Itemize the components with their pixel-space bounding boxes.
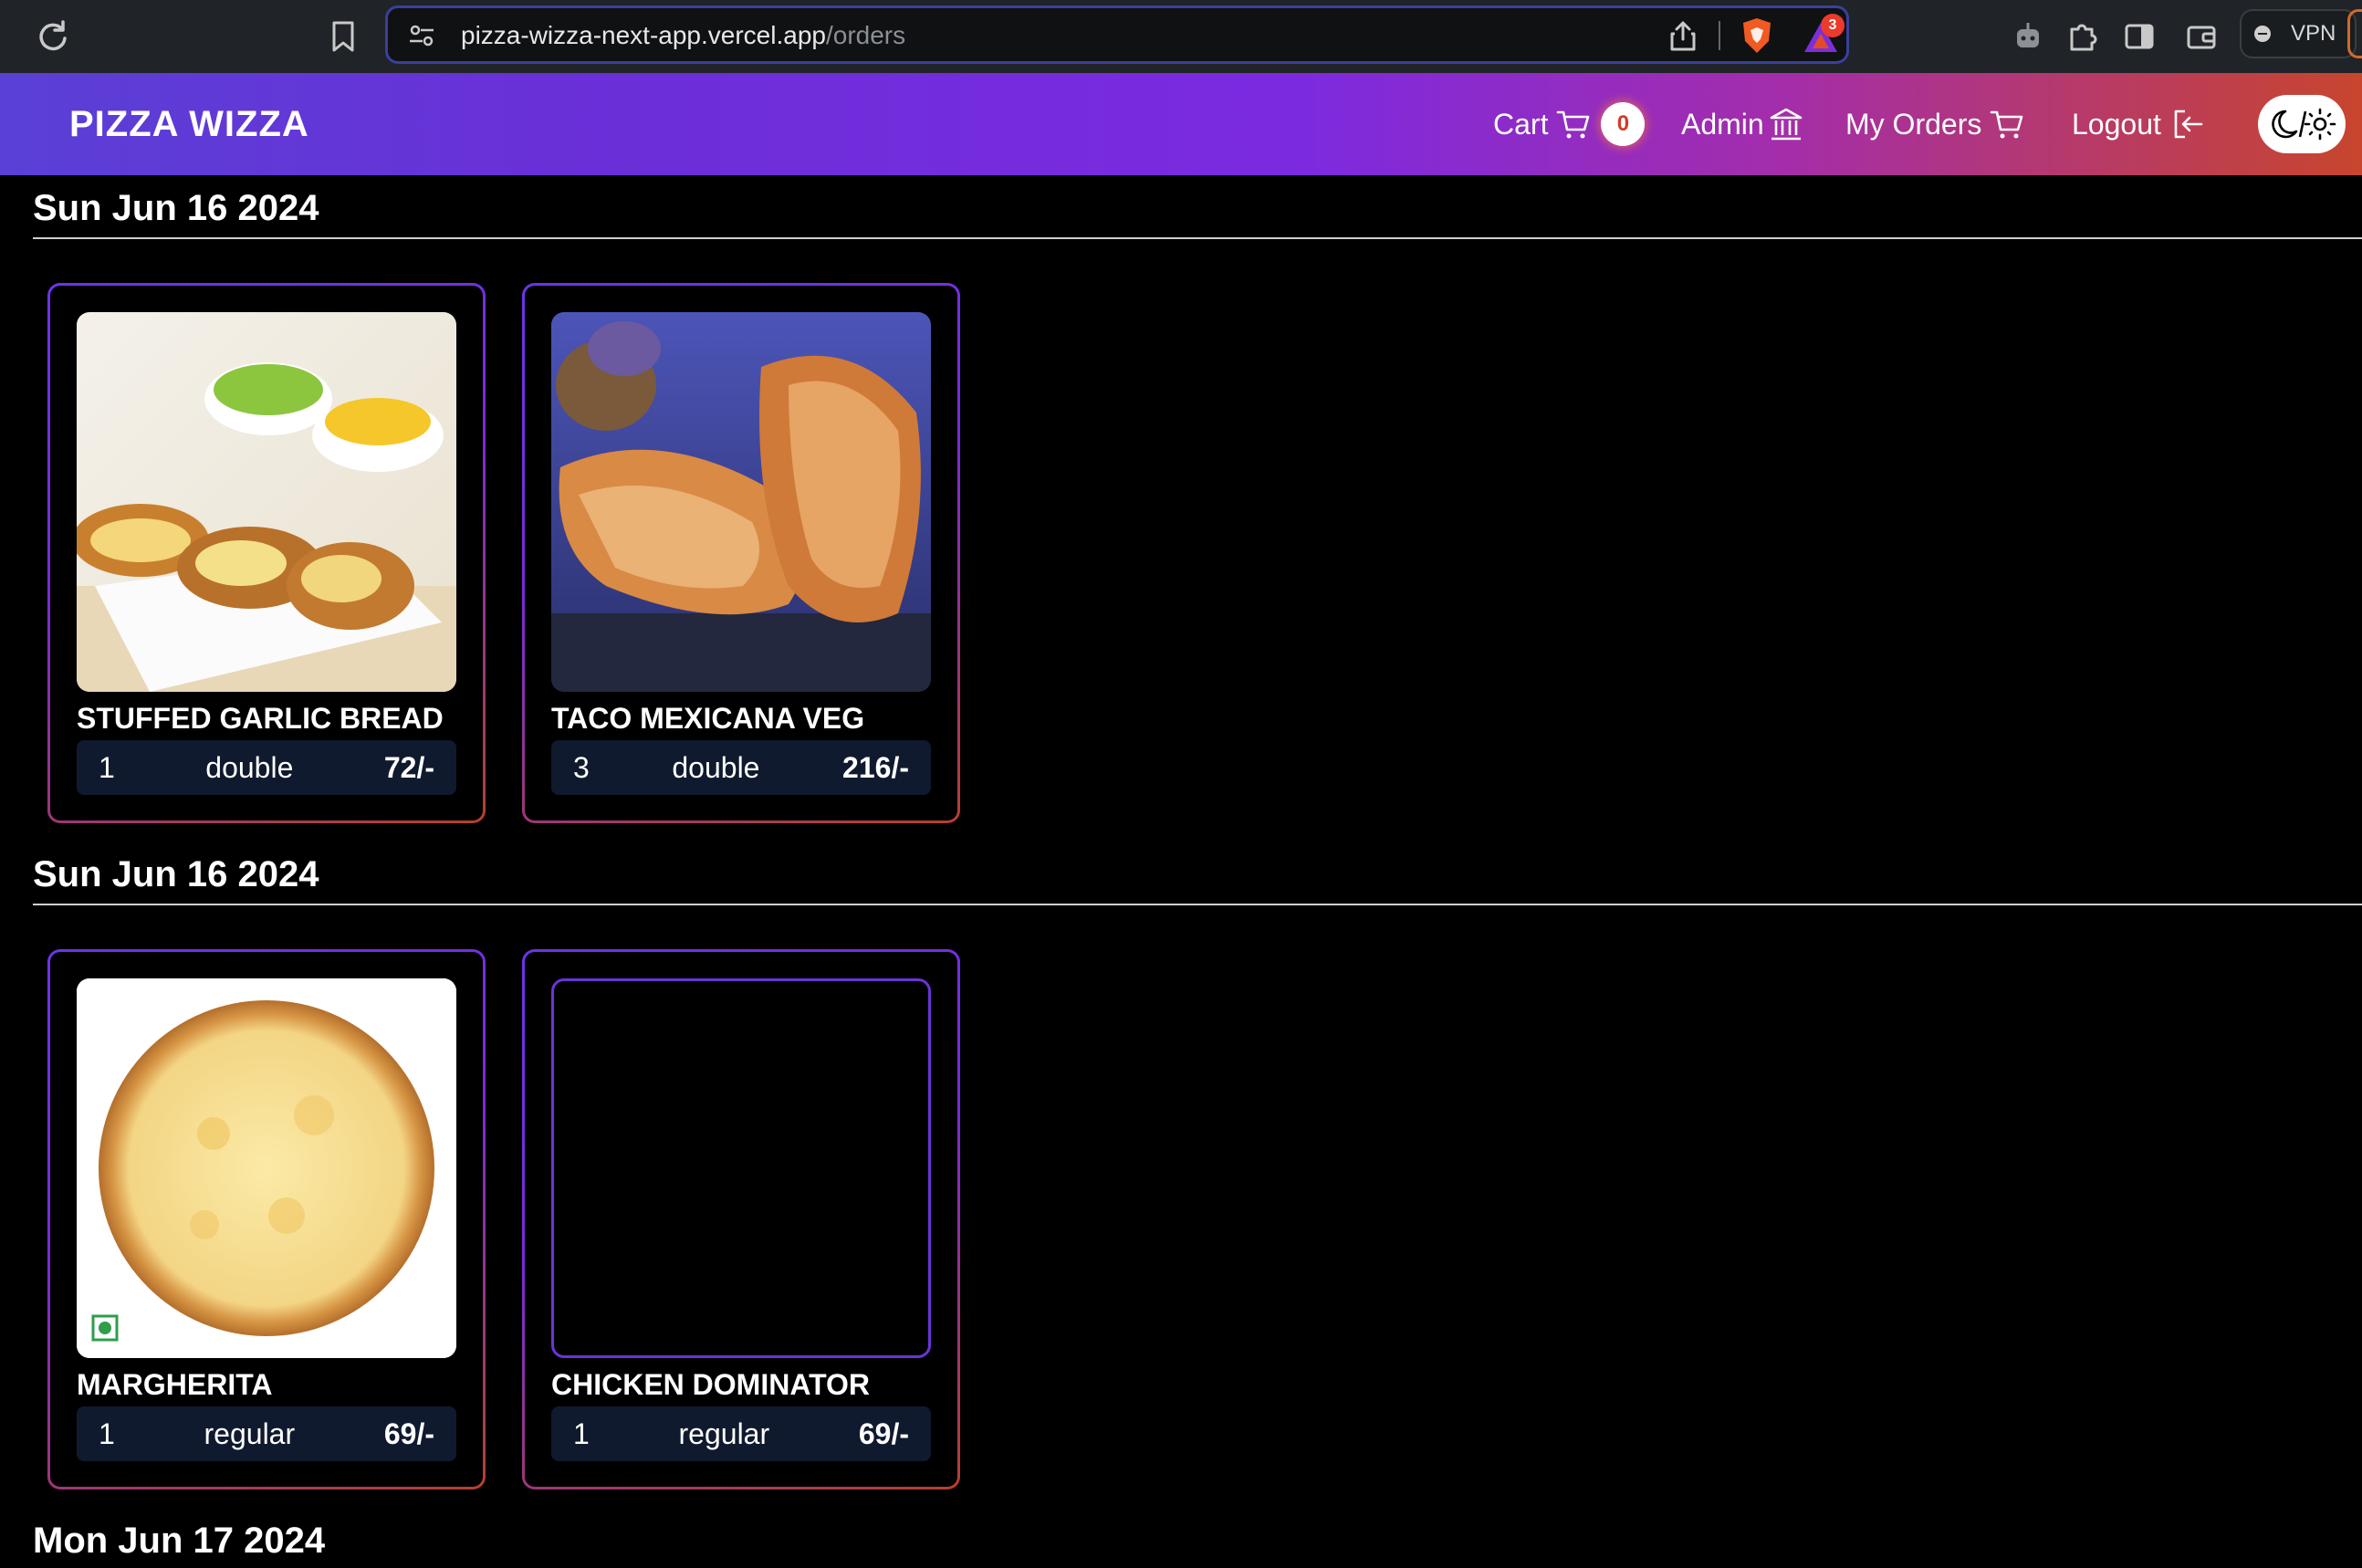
image-placeholder [551,978,931,1358]
vpn-status-icon [2254,26,2271,42]
divider [1719,21,1720,50]
vpn-button[interactable]: VPN [2240,9,2357,58]
nav-logout-label: Logout [2072,107,2161,141]
bank-icon [1770,108,1803,141]
item-name: CHICKEN DOMINATOR [551,1368,871,1401]
item-variant: regular [204,1416,296,1450]
item-variant: double [205,750,294,784]
item-price: 69/- [383,1416,434,1450]
item-details-bar: 1 double 72/- [77,740,456,795]
site-logo[interactable]: PIZZA WIZZA [69,104,309,145]
date-divider [33,237,2362,239]
item-details-bar: 3 double 216/- [551,740,931,795]
item-name: MARGHERITA [77,1368,273,1401]
item-price: 216/- [842,750,909,784]
reload-icon[interactable] [35,18,71,55]
share-icon[interactable] [1667,19,1698,52]
url-text[interactable]: pizza-wizza-next-app.vercel.app/orders [461,21,905,50]
item-price: 69/- [858,1416,909,1450]
url-path: /orders [825,21,906,49]
leo-ai-icon[interactable] [2010,18,2046,55]
item-quantity: 1 [573,1416,590,1450]
vpn-label: VPN [2291,21,2336,46]
extensions-icon[interactable] [2064,18,2101,55]
garlic-bread-image [77,312,456,692]
moon-sun-icon [2272,108,2336,141]
item-details-bar: 1 regular 69/- [551,1406,931,1461]
order-item-card[interactable]: MARGHERITA 1 regular 69/- [47,949,486,1490]
nav-my-orders-label: My Orders [1845,107,1982,141]
nav-logout[interactable]: Logout [2072,100,2205,148]
order-date-heading: Sun Jun 16 2024 [33,188,319,228]
item-quantity: 3 [573,750,590,784]
site-settings-icon[interactable] [408,23,435,48]
item-variant: regular [678,1416,770,1450]
logout-icon [2174,110,2203,139]
margherita-image [77,978,456,1358]
nav-cart-label: Cart [1493,107,1549,141]
wallet-icon[interactable] [2183,18,2220,55]
browser-toolbar: pizza-wizza-next-app.vercel.app/orders 3 [0,0,2362,73]
profile-edge[interactable] [2347,9,2362,58]
site-header: PIZZA WIZZA Cart 0 Admin My Orders Logou… [0,73,2362,175]
rewards-badge: 3 [1821,14,1845,37]
address-bar[interactable]: pizza-wizza-next-app.vercel.app/orders 3 [385,5,1849,64]
item-quantity: 1 [99,750,115,784]
url-host: pizza-wizza-next-app.vercel.app [461,21,826,49]
date-divider [33,904,2362,905]
nav-admin-label: Admin [1681,107,1764,141]
item-name: STUFFED GARLIC BREAD [77,702,444,735]
nav-my-orders[interactable]: My Orders [1845,100,2025,148]
sidebar-icon[interactable] [2121,18,2158,55]
order-date-heading: Mon Jun 17 2024 [33,1521,326,1561]
nav-cart[interactable]: Cart 0 [1493,100,1646,148]
brave-shields-icon[interactable] [1739,16,1775,56]
order-item-card[interactable]: STUFFED GARLIC BREAD 1 double 72/- [47,283,486,823]
order-item-card[interactable]: TACO MEXICANA VEG 3 double 216/- [522,283,960,823]
bookmark-icon[interactable] [329,18,358,55]
item-quantity: 1 [99,1416,115,1450]
item-details-bar: 1 regular 69/- [77,1406,456,1461]
cart-count-badge: 0 [1601,102,1646,146]
cart-icon [1557,110,1590,139]
theme-toggle[interactable] [2258,95,2346,153]
cart-icon [1991,110,2023,139]
order-date-heading: Sun Jun 16 2024 [33,854,319,894]
item-name: TACO MEXICANA VEG [551,702,865,735]
nav-admin[interactable]: Admin [1681,100,1804,148]
taco-image [551,312,931,692]
order-item-card[interactable]: CHICKEN DOMINATOR 1 regular 69/- [522,949,960,1490]
item-variant: double [672,750,760,784]
item-price: 72/- [383,750,434,784]
